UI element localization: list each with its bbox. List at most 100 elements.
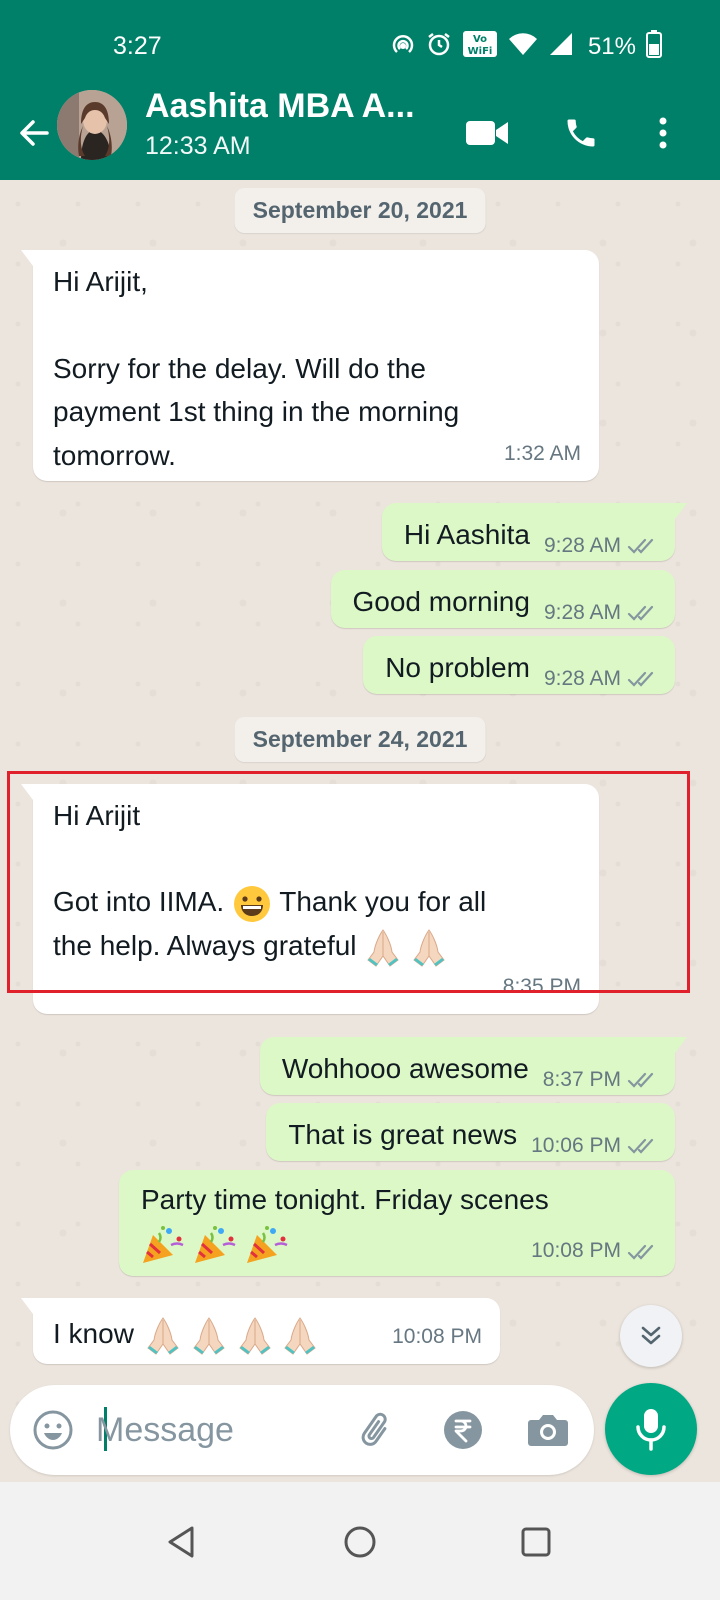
status-icons: Vo WiFi 51% <box>390 30 662 63</box>
message-line: Got into IIMA. Thank you for all <box>53 880 579 924</box>
message-text: Thank you for all <box>279 886 487 918</box>
battery-icon <box>646 30 662 63</box>
emoji-icon <box>33 1410 73 1450</box>
video-call-button[interactable] <box>462 108 512 158</box>
nav-recents-button[interactable] <box>511 1517 561 1567</box>
message-bubble-incoming[interactable]: I know 10:08 PM <box>21 1298 500 1364</box>
chat-header: Aashita MBA A... 12:33 AM <box>0 87 720 180</box>
mic-icon <box>636 1409 666 1451</box>
attach-button[interactable] <box>352 1405 402 1455</box>
circle-home-icon <box>344 1526 376 1558</box>
party-popper-emoji <box>143 1226 184 1263</box>
last-seen: 12:33 AM <box>145 132 251 160</box>
voice-call-icon <box>567 119 595 147</box>
message-bubble-outgoing[interactable]: Wohhooo awesome 8:37 PM <box>259 1037 688 1097</box>
more-options-button[interactable] <box>638 108 688 158</box>
read-receipt-icon <box>627 1138 654 1154</box>
video-call-icon <box>466 121 508 145</box>
scroll-to-bottom-button[interactable] <box>620 1305 682 1367</box>
message-text: the help. Always grateful <box>53 930 357 961</box>
battery-percent: 51% <box>587 32 636 60</box>
svg-text:Vo: Vo <box>473 34 487 45</box>
message-time: 10:08 PM <box>531 1239 621 1263</box>
message-emojis <box>144 1312 319 1356</box>
message-text: Got into IIMA. <box>53 886 225 918</box>
contact-name[interactable]: Aashita MBA A... <box>145 87 415 126</box>
read-receipt-icon <box>627 1244 654 1260</box>
chat-area[interactable]: September 20, 2021 Hi Arijit, Sorry for … <box>0 180 720 1410</box>
status-bar: 3:27 Vo WiFi 51% <box>0 0 720 90</box>
message-bubble-outgoing[interactable]: That is great news 10:06 PM <box>266 1103 675 1161</box>
avatar[interactable] <box>57 90 127 160</box>
message-text: Good morning <box>352 586 530 618</box>
read-receipt-icon <box>627 1072 654 1088</box>
alarm-icon <box>426 31 452 62</box>
double-chevron-down-icon <box>641 1326 661 1345</box>
message-meta: 9:28 AM <box>544 530 659 563</box>
message-bubble-outgoing[interactable]: Party time tonight. Friday scenes 10:08 … <box>119 1170 675 1276</box>
message-composer <box>10 1385 594 1475</box>
hotspot-icon <box>390 31 416 62</box>
nav-home-button[interactable] <box>335 1517 385 1567</box>
message-time: 9:28 AM <box>543 533 621 557</box>
back-button[interactable] <box>14 108 54 158</box>
grinning-face-emoji <box>233 886 270 922</box>
emoji-button[interactable] <box>28 1405 78 1455</box>
message-meta: 10:08 PM <box>531 1235 659 1268</box>
nav-back-button[interactable] <box>157 1517 207 1567</box>
message-input[interactable] <box>96 1407 326 1453</box>
more-options-icon <box>659 117 667 149</box>
status-time: 3:27 <box>113 32 162 60</box>
message-meta: 10:06 PM <box>531 1130 659 1163</box>
message-text: Hi Arijit, Sorry for the delay. Will do … <box>53 266 460 471</box>
folded-hands-emoji <box>367 928 399 967</box>
payment-button[interactable] <box>438 1405 488 1455</box>
message-meta: 9:28 AM <box>544 597 659 630</box>
message-bubble-outgoing[interactable]: Hi Aashita 9:28 AM <box>381 503 688 563</box>
contact-photo <box>57 90 127 160</box>
party-popper-emoji <box>246 1226 288 1263</box>
folded-hands-emoji <box>193 1316 225 1355</box>
read-receipt-icon <box>627 671 654 687</box>
vowifi-icon: Vo WiFi <box>462 30 498 63</box>
square-recents-icon <box>521 1527 551 1557</box>
wifi-icon <box>508 31 538 62</box>
date-divider: September 20, 2021 <box>234 188 486 233</box>
date-divider: September 24, 2021 <box>234 717 486 762</box>
svg-text:WiFi: WiFi <box>468 46 493 57</box>
back-arrow-icon <box>20 120 49 146</box>
folded-hands-emoji <box>147 1316 179 1355</box>
party-popper-emoji <box>194 1226 236 1263</box>
folded-hands-emoji <box>238 1316 271 1355</box>
message-time: 9:28 AM <box>543 600 621 624</box>
system-nav-bar <box>0 1482 720 1600</box>
voice-message-button[interactable] <box>605 1383 697 1475</box>
message-bubble-outgoing[interactable]: Good morning 9:28 AM <box>330 570 675 630</box>
triangle-back-icon <box>168 1526 194 1558</box>
message-time: 9:28 AM <box>543 666 621 690</box>
message-bubble-outgoing[interactable]: No problem 9:28 AM <box>363 636 675 694</box>
read-receipt-icon <box>627 538 654 554</box>
message-bubble-incoming[interactable]: Hi Arijit Got into IIMA. Thank you for a… <box>21 784 599 1014</box>
message-time: 8:37 PM <box>542 1067 621 1091</box>
cell-signal-icon <box>548 31 574 62</box>
message-meta: 8:37 PM <box>543 1064 659 1097</box>
rupee-payment-icon <box>444 1411 482 1449</box>
message-time: 10:06 PM <box>531 1133 621 1157</box>
camera-button[interactable] <box>523 1405 573 1455</box>
read-receipt-icon <box>627 605 654 621</box>
message-meta: 9:28 AM <box>544 663 659 696</box>
message-line: Hi Arijit <box>53 800 141 831</box>
attach-icon <box>361 1412 387 1446</box>
message-text: No problem <box>385 652 530 684</box>
message-text: Hi Aashita <box>403 519 530 551</box>
message-time: 1:32 AM <box>503 442 581 466</box>
message-time: 8:35 PM <box>502 975 581 999</box>
message-text: Wohhooo awesome <box>281 1053 529 1085</box>
message-text: Party time tonight. Friday scenes <box>141 1184 549 1215</box>
voice-call-button[interactable] <box>556 108 606 158</box>
message-line: the help. Always grateful <box>53 924 579 968</box>
camera-icon <box>528 1415 568 1446</box>
message-bubble-incoming[interactable]: Hi Arijit, Sorry for the delay. Will do … <box>21 250 599 481</box>
folded-hands-emoji <box>413 928 445 967</box>
